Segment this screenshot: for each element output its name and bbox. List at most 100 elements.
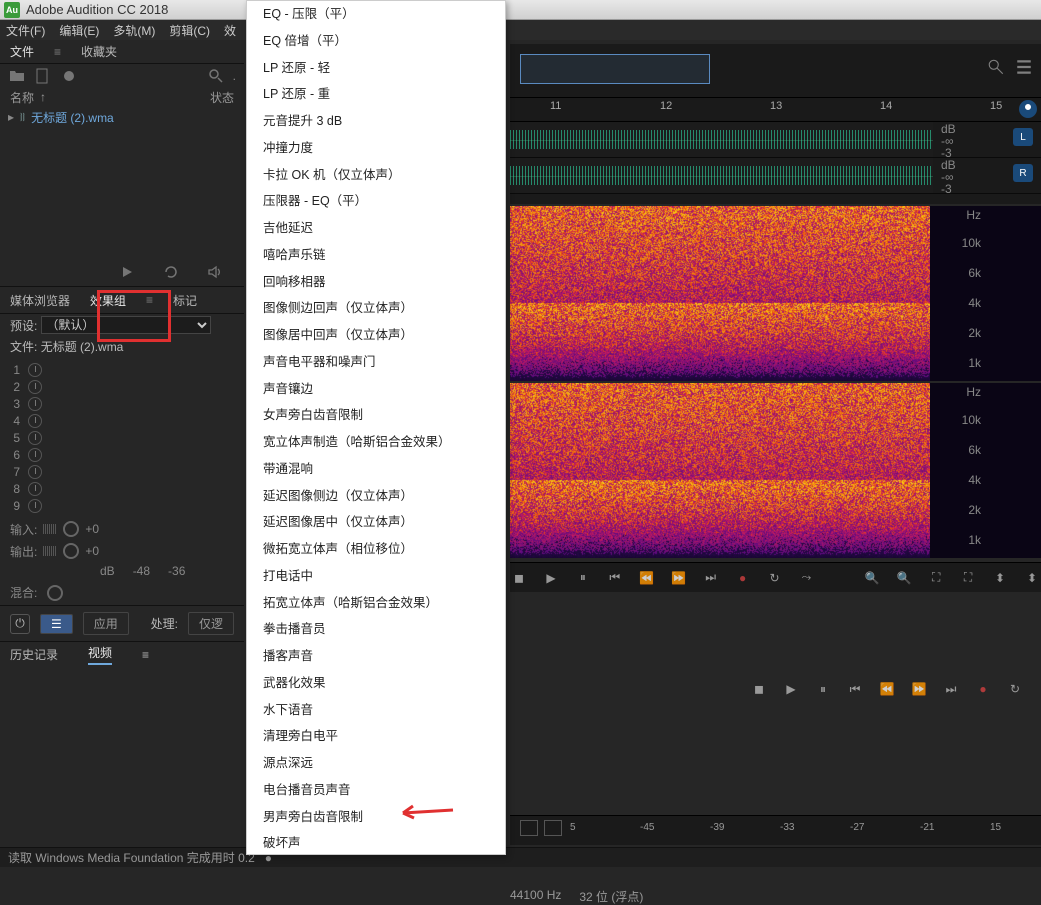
pause-button[interactable]: ⏸ <box>814 680 832 698</box>
preset-select[interactable]: （默认） <box>41 316 211 334</box>
rewind-button[interactable]: ⏪ <box>878 680 896 698</box>
preset-item[interactable]: EQ - 压限（平） <box>247 1 505 28</box>
panel-menu-icon[interactable]: ≡ <box>146 293 153 307</box>
record-button[interactable]: ● <box>974 680 992 698</box>
pin-icon[interactable] <box>1019 100 1037 118</box>
play-button[interactable]: ▶ <box>542 569 560 587</box>
preset-item[interactable]: LP 还原 - 重 <box>247 81 505 108</box>
effect-slot[interactable]: 9 <box>10 497 234 514</box>
skip-start-button[interactable]: ⏮ <box>846 680 864 698</box>
time-ruler[interactable]: 1112131415 <box>510 98 1041 122</box>
preset-item[interactable]: 嘻哈声乐链 <box>247 242 505 269</box>
volume-icon[interactable] <box>208 265 224 279</box>
input-knob[interactable] <box>63 521 79 537</box>
open-file-icon[interactable] <box>8 68 26 84</box>
effect-slot[interactable]: 2 <box>10 378 234 395</box>
skip-selection-button[interactable]: ⤳ <box>797 569 815 587</box>
zoom-full-icon[interactable]: ⛶ <box>927 569 945 587</box>
preset-item[interactable]: 男声旁白齿音限制 <box>247 804 505 831</box>
preset-item[interactable]: 女声旁白齿音限制 <box>247 402 505 429</box>
preset-item[interactable]: 元音提升 3 dB <box>247 108 505 135</box>
slot-power-icon[interactable] <box>28 380 42 394</box>
forward-button[interactable]: ⏩ <box>910 680 928 698</box>
out-point-button[interactable] <box>544 820 562 836</box>
preset-item[interactable]: 卡拉 OK 机（仅立体声） <box>247 162 505 189</box>
menu-multitrack[interactable]: 多轨(M) <box>113 22 155 39</box>
skip-start-button[interactable]: ⏮ <box>606 569 624 587</box>
tab-history[interactable]: 历史记录 <box>10 646 58 663</box>
preset-item[interactable]: 带通混响 <box>247 456 505 483</box>
col-name[interactable]: 名称 <box>10 89 34 106</box>
menu-edit[interactable]: 编辑(E) <box>59 22 99 39</box>
effect-slot[interactable]: 1 <box>10 361 234 378</box>
spectrogram-top[interactable]: Hz 10k 6k 4k 2k 1k <box>510 206 1041 381</box>
effect-slot[interactable]: 6 <box>10 446 234 463</box>
menu-file[interactable]: 文件(F) <box>6 22 45 39</box>
favorites-tab[interactable]: 收藏夹 <box>81 43 117 60</box>
preset-item[interactable]: 电台播音员声音 <box>247 777 505 804</box>
preset-item[interactable]: 图像侧边回声（仅立体声） <box>247 295 505 322</box>
apply-button[interactable]: 应用 <box>83 612 129 635</box>
slot-power-icon[interactable] <box>28 499 42 513</box>
preset-item[interactable]: 微拓宽立体声（相位移位） <box>247 536 505 563</box>
search-icon[interactable] <box>207 68 225 84</box>
preset-item[interactable]: 拓宽立体声（哈斯铝合金效果） <box>247 590 505 617</box>
spectrogram-bottom[interactable]: Hz 10k 6k 4k 2k 1k <box>510 383 1041 558</box>
stop-button[interactable]: ◼ <box>510 569 528 587</box>
preset-item[interactable]: 宽立体声制造（哈斯铝合金效果） <box>247 429 505 456</box>
loop-button[interactable]: ↻ <box>766 569 784 587</box>
slot-power-icon[interactable] <box>28 431 42 445</box>
tab-video[interactable]: 视频 <box>88 644 112 665</box>
zoom-out-v-icon[interactable]: ⬍ <box>1023 569 1041 587</box>
play-button[interactable]: ▶ <box>782 680 800 698</box>
col-status[interactable]: 状态 <box>210 89 234 106</box>
list-icon[interactable] <box>1015 58 1033 76</box>
slot-power-icon[interactable] <box>28 363 42 377</box>
effect-slot[interactable]: 3 <box>10 395 234 412</box>
effect-slot[interactable]: 5 <box>10 429 234 446</box>
rewind-button[interactable]: ⏪ <box>638 569 656 587</box>
preset-item[interactable]: 压限器 - EQ（平） <box>247 188 505 215</box>
preset-item[interactable]: EQ 倍增（平） <box>247 28 505 55</box>
slot-power-icon[interactable] <box>28 448 42 462</box>
loop-button[interactable]: ↻ <box>1006 680 1024 698</box>
in-point-button[interactable] <box>520 820 538 836</box>
wave-channel-right[interactable]: dB-∞-3 R <box>510 158 1041 194</box>
preset-item[interactable]: 声音镶边 <box>247 376 505 403</box>
preset-item[interactable]: 播客声音 <box>247 643 505 670</box>
preset-item[interactable]: 清理旁白电平 <box>247 723 505 750</box>
skip-end-button[interactable]: ⏭ <box>702 569 720 587</box>
effect-slot[interactable]: 7 <box>10 463 234 480</box>
slot-power-icon[interactable] <box>28 397 42 411</box>
selection-box[interactable] <box>520 54 710 84</box>
panel-menu-icon[interactable]: ≡ <box>54 45 61 59</box>
record-button[interactable]: ● <box>734 569 752 587</box>
forward-button[interactable]: ⏩ <box>670 569 688 587</box>
level-meter[interactable]: 5-45-39-33-27-2115 <box>510 815 1041 845</box>
expand-icon[interactable]: ▸ <box>8 110 14 124</box>
zoom-out-icon[interactable]: 🔍 <box>895 569 913 587</box>
file-row[interactable]: ▸ ⧘⧘ 无标题 (2).wma <box>0 106 244 128</box>
effect-slot[interactable]: 8 <box>10 480 234 497</box>
preset-item[interactable]: LP 还原 - 轻 <box>247 55 505 82</box>
files-tab[interactable]: 文件 <box>10 43 34 60</box>
preset-item[interactable]: 回响移相器 <box>247 269 505 296</box>
wave-channel-left[interactable]: dB-∞-3 L <box>510 122 1041 158</box>
preset-item[interactable]: 源点深远 <box>247 750 505 777</box>
preset-item[interactable]: 拳击播音员 <box>247 616 505 643</box>
preset-item[interactable]: 延迟图像侧边（仅立体声） <box>247 483 505 510</box>
preset-item[interactable]: 破坏声 <box>247 830 505 855</box>
slot-power-icon[interactable] <box>28 482 42 496</box>
zoom-icon[interactable] <box>987 58 1005 76</box>
list-button[interactable]: ☰ <box>40 614 73 634</box>
zoom-in-v-icon[interactable]: ⬍ <box>991 569 1009 587</box>
slot-power-icon[interactable] <box>28 465 42 479</box>
tab-markers[interactable]: 标记 <box>173 292 197 309</box>
process-button[interactable]: 仅逻 <box>188 612 234 635</box>
preset-item[interactable]: 武器化效果 <box>247 670 505 697</box>
record-icon[interactable] <box>60 68 78 84</box>
power-button[interactable]: ⏻ <box>10 614 30 634</box>
preset-item[interactable]: 水下语音 <box>247 697 505 724</box>
play-icon[interactable] <box>120 265 134 279</box>
tab-effects-rack[interactable]: 效果组 <box>90 292 126 309</box>
